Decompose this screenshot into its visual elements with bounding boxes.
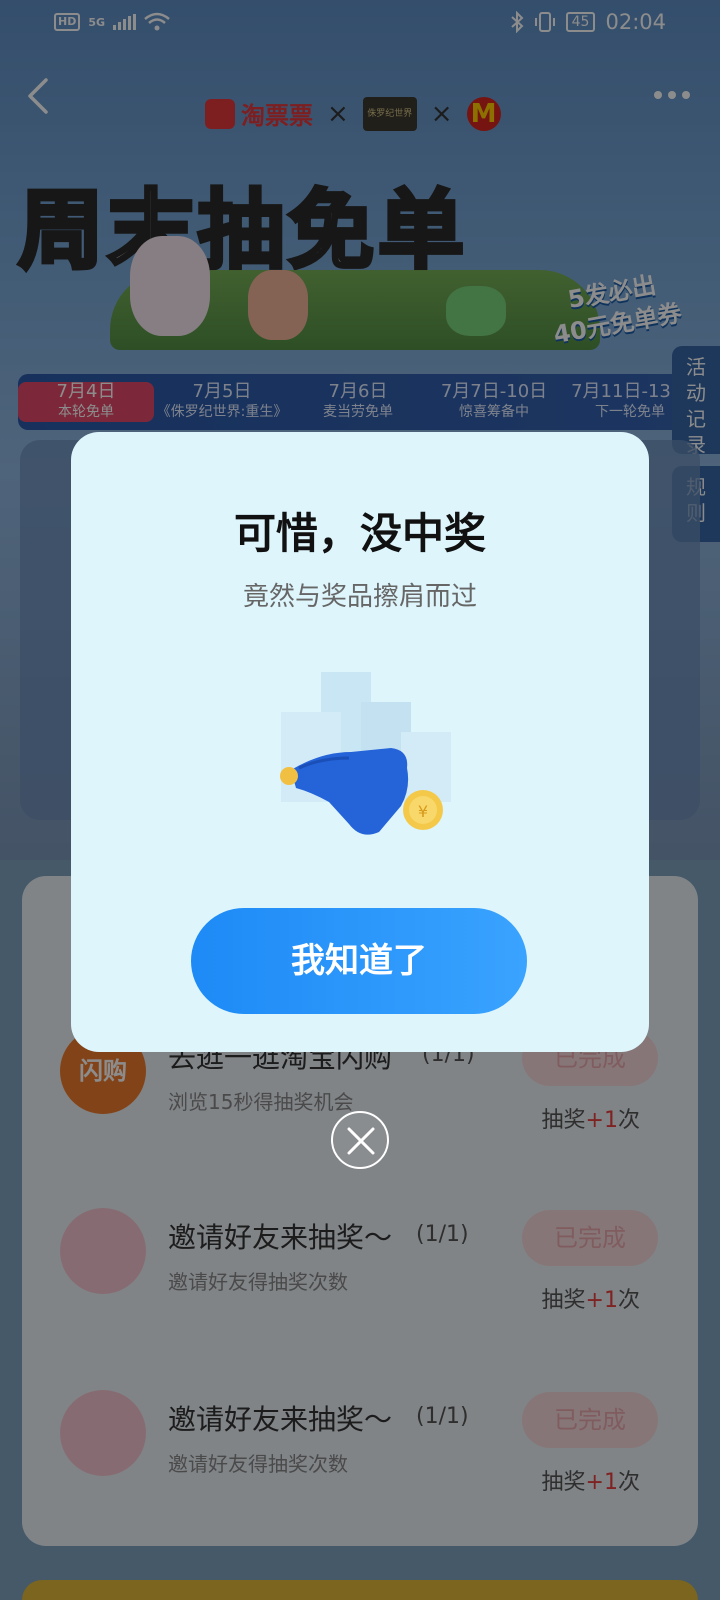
dialog-title: 可惜，没中奖 xyxy=(233,509,486,558)
close-dialog-button[interactable] xyxy=(331,1111,389,1169)
result-dialog: 可惜，没中奖 竟然与奖品擦肩而过 ¥ 我知道了 xyxy=(71,432,649,1052)
dialog-subtitle: 竟然与奖品擦肩而过 xyxy=(242,582,477,612)
svg-text:¥: ¥ xyxy=(418,802,428,821)
missed-coin-illustration: ¥ xyxy=(280,672,451,835)
acknowledge-button[interactable]: 我知道了 xyxy=(191,908,527,1014)
close-icon xyxy=(347,1127,375,1155)
